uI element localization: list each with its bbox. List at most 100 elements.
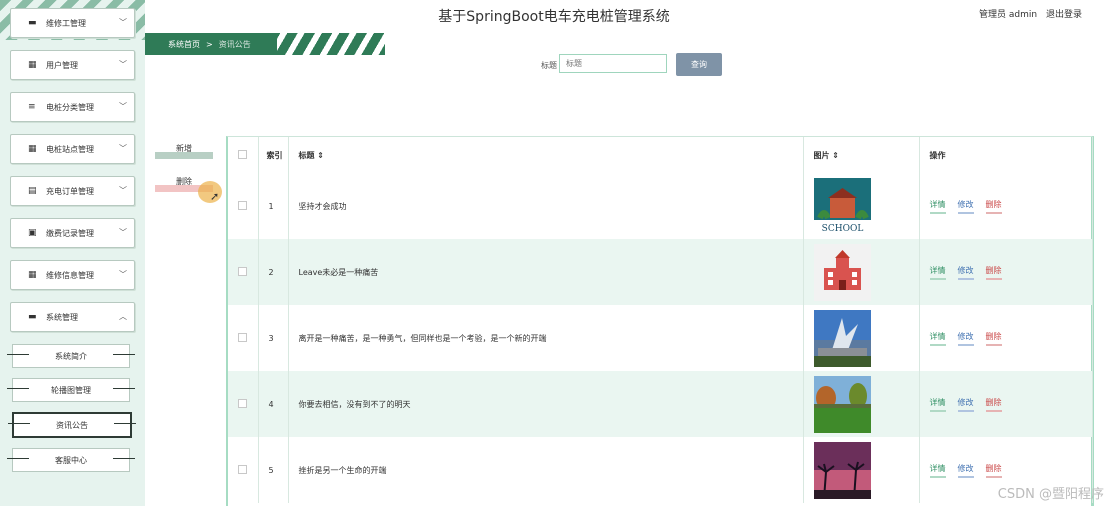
delete-link[interactable]: 删除 [985, 331, 1002, 346]
table-row: 2 Leave未必是一种痛苦 详情 修改 删除 [228, 239, 1093, 305]
row-index: 2 [258, 239, 289, 305]
detail-link[interactable]: 详情 [929, 331, 946, 346]
table-row: 5 挫折是另一个生命的开端 详情 修改 删除 [228, 437, 1093, 503]
sidebar-subitem-intro[interactable]: 系统简介 [7, 344, 135, 368]
select-all-cell [228, 137, 259, 173]
row-ops: 详情 修改 删除 [919, 239, 1093, 305]
detail-link[interactable]: 详情 [929, 199, 946, 214]
sidebar-item-charge-order[interactable]: ▤ 充电订单管理 ﹀ [10, 176, 135, 206]
sidebar-subitem-service[interactable]: 客服中心 [7, 448, 135, 472]
sidebar-item-label: 维修信息管理 [46, 270, 94, 280]
row-index: 1 [258, 173, 289, 239]
table-row: 1 坚持才会成功 SCHOOL 详情 修改 删除 [228, 173, 1093, 239]
grid-icon: ▦ [28, 270, 37, 280]
sidebar-item-label: 电桩站点管理 [46, 144, 94, 154]
doc-icon: ▤ [28, 186, 37, 196]
sidebar-item-repair-info[interactable]: ▦ 维修信息管理 ﹀ [10, 260, 135, 290]
select-all-checkbox[interactable] [238, 149, 247, 159]
column-header-title[interactable]: 标题 ⇕ [288, 137, 804, 173]
sidebar-item-label: 电桩分类管理 [46, 102, 94, 112]
chevron-down-icon: ﹀ [119, 60, 127, 69]
clipboard-icon: ▣ [28, 228, 37, 238]
detail-link[interactable]: 详情 [929, 265, 946, 280]
sidebar: ▬ 维修工管理 ﹀ ▦ 用户管理 ﹀ ≡ 电桩分类管理 ﹀ ▦ 电桩站点管理 ﹀… [0, 0, 145, 506]
detail-link[interactable]: 详情 [929, 463, 946, 478]
delete-link[interactable]: 删除 [985, 463, 1002, 478]
sidebar-item-label: 系统管理 [46, 312, 78, 322]
row-title: 挫折是另一个生命的开端 [288, 437, 804, 503]
row-ops: 详情 修改 删除 [919, 173, 1093, 239]
mouse-cursor-icon: ➚ [210, 190, 220, 203]
row-index: 4 [258, 371, 289, 437]
row-checkbox[interactable] [238, 464, 247, 474]
chevron-down-icon: ﹀ [119, 102, 127, 111]
header-user-area: 管理员 admin 退出登录 [973, 7, 1082, 20]
delete-link[interactable]: 删除 [985, 199, 1002, 214]
list-icon: ≡ [28, 102, 36, 112]
breadcrumb-current: 资讯公告 [218, 40, 251, 49]
svg-text:SCHOOL: SCHOOL [821, 224, 863, 234]
school-sign-thumbnail: SCHOOL [813, 177, 871, 235]
sidebar-item-system[interactable]: ▬ 系统管理 ︿ [10, 302, 135, 332]
grid-icon: ▦ [28, 144, 37, 154]
table-row: 3 离开是一种痛苦，是一种勇气，但同样也是一个考验，是一个新的开端 详情 修改 删除 [228, 305, 1093, 371]
chevron-down-icon: ﹀ [119, 186, 127, 195]
logout-link[interactable]: 退出登录 [1046, 10, 1082, 20]
row-image-cell: SCHOOL [803, 173, 920, 239]
delete-link[interactable]: 删除 [985, 265, 1002, 280]
row-title: 坚持才会成功 [288, 173, 804, 239]
edit-link[interactable]: 修改 [957, 265, 974, 280]
row-index: 3 [258, 305, 289, 371]
row-title: 离开是一种痛苦，是一种勇气，但同样也是一个考验，是一个新的开端 [288, 305, 804, 371]
breadcrumb-decoration [270, 33, 385, 55]
row-title: 你要去相信，没有到不了的明天 [288, 371, 804, 437]
app-title: 基于SpringBoot电车充电桩管理系统 [438, 9, 670, 25]
row-image-cell [803, 371, 920, 437]
school-building-thumbnail [813, 243, 871, 301]
sidebar-item-pile-station[interactable]: ▦ 电桩站点管理 ﹀ [10, 134, 135, 164]
sidebar-item-pile-category[interactable]: ≡ 电桩分类管理 ﹀ [10, 92, 135, 122]
chevron-up-icon: ︿ [119, 312, 127, 321]
breadcrumb-home[interactable]: 系统首页 [168, 40, 200, 49]
edit-link[interactable]: 修改 [957, 199, 974, 214]
campus-sculpture-thumbnail [813, 309, 871, 367]
sidebar-subitem-news[interactable]: 资讯公告 [8, 412, 136, 438]
row-checkbox[interactable] [238, 332, 247, 342]
column-header-index: 索引 [258, 137, 289, 173]
row-checkbox[interactable] [238, 398, 247, 408]
column-header-image[interactable]: 图片 ⇕ [803, 137, 920, 173]
chevron-down-icon: ﹀ [119, 228, 127, 237]
monitor-icon: ▬ [28, 312, 37, 322]
watermark: CSDN @暨阳程序 [997, 487, 1104, 502]
row-image-cell [803, 239, 920, 305]
sidebar-menu: ▬ 维修工管理 ﹀ ▦ 用户管理 ﹀ ≡ 电桩分类管理 ﹀ ▦ 电桩站点管理 ﹀… [7, 8, 136, 482]
table-row: 4 你要去相信，没有到不了的明天 详情 修改 删除 [228, 371, 1093, 437]
row-checkbox[interactable] [238, 266, 247, 276]
search-button[interactable]: 查询 [676, 53, 722, 76]
delete-button-label: 删除 [176, 177, 192, 186]
sidebar-item-payment[interactable]: ▣ 缴费记录管理 ﹀ [10, 218, 135, 248]
palm-sunset-thumbnail [813, 441, 871, 499]
chevron-down-icon: ﹀ [119, 144, 127, 153]
edit-link[interactable]: 修改 [957, 463, 974, 478]
sidebar-item-label: 缴费记录管理 [46, 228, 94, 238]
sidebar-item-users[interactable]: ▦ 用户管理 ﹀ [10, 50, 135, 80]
row-index: 5 [258, 437, 289, 503]
data-table: 索引 标题 ⇕ 图片 ⇕ 操作 1 坚持才会成功 SCHOOL 详情 修改 删除… [226, 136, 1094, 506]
delete-link[interactable]: 删除 [985, 397, 1002, 412]
sidebar-item-label: 充电订单管理 [46, 186, 94, 196]
row-image-cell [803, 305, 920, 371]
column-header-ops: 操作 [919, 137, 1093, 173]
search-label: 标题 [541, 61, 557, 70]
row-image-cell [803, 437, 920, 503]
user-label: 管理员 admin [979, 10, 1038, 20]
row-checkbox[interactable] [238, 200, 247, 210]
campus-lawn-thumbnail [813, 375, 871, 433]
edit-link[interactable]: 修改 [957, 397, 974, 412]
add-button[interactable]: 新增 [155, 143, 213, 159]
chevron-down-icon: ﹀ [119, 270, 127, 279]
sidebar-subitem-carousel[interactable]: 轮播图管理 [7, 378, 135, 402]
search-input[interactable] [559, 54, 667, 73]
edit-link[interactable]: 修改 [957, 331, 974, 346]
detail-link[interactable]: 详情 [929, 397, 946, 412]
